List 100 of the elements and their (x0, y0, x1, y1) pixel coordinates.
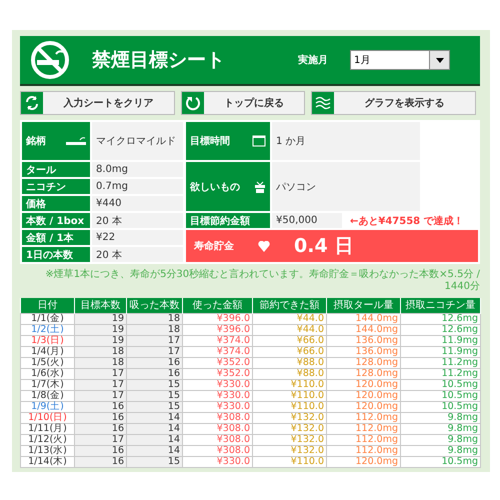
date-cell: 1/11(月) (20, 423, 74, 434)
table-cell: ¥330.0 (182, 456, 252, 467)
table-cell: 11.9mg (400, 346, 480, 357)
column-header: 摂取タール量 (326, 298, 400, 313)
heart-icon (258, 240, 270, 252)
date-cell: 1/10(日) (20, 412, 74, 423)
date-cell: 1/12(火) (20, 434, 74, 445)
field-label: 目標時間 (186, 122, 270, 160)
table-cell: 112.0mg (326, 423, 400, 434)
field-label: 金額 / 1本 (22, 230, 90, 245)
table-cell: 11.2mg (400, 368, 480, 379)
table-cell: 12.6mg (400, 324, 480, 335)
date-cell: 1/7(木) (20, 379, 74, 390)
table-cell: ¥44.0 (252, 324, 326, 335)
field-label: 本数 / 1box (22, 213, 90, 228)
table-cell: ¥132.0 (252, 412, 326, 423)
cigarette-icon (66, 136, 86, 146)
table-cell: 128.0mg (326, 357, 400, 368)
field-value: マイクロマイルド (92, 122, 183, 160)
life-savings-label: 寿命貯金 (194, 240, 234, 253)
date-cell: 1/6(水) (20, 368, 74, 379)
column-header: 吸った本数 (126, 298, 182, 313)
table-cell: 120.0mg (326, 390, 400, 401)
table-cell: 10.5mg (400, 379, 480, 390)
toolbar-button[interactable]: トップに戻る (181, 91, 305, 115)
table-cell: 11.9mg (400, 335, 480, 346)
table-cell: ¥110.0 (252, 401, 326, 412)
column-header: 節約できた額 (252, 298, 326, 313)
table-cell: ¥352.0 (182, 357, 252, 368)
table-cell: ¥44.0 (252, 313, 326, 324)
table-cell: 9.8mg (400, 412, 480, 423)
table-cell: ¥132.0 (252, 434, 326, 445)
field-label: タール (22, 162, 90, 177)
table-cell: ¥110.0 (252, 390, 326, 401)
field-value: パソコン (272, 162, 420, 211)
table-cell: 112.0mg (326, 412, 400, 423)
table-cell: ¥396.0 (182, 313, 252, 324)
date-cell: 1/13(水) (20, 445, 74, 456)
table-cell: ¥110.0 (252, 456, 326, 467)
table-cell: 10.5mg (400, 401, 480, 412)
table-cell: 112.0mg (326, 445, 400, 456)
month-label: 実施月 (298, 53, 328, 67)
life-savings-value: 0.4 日 (294, 234, 354, 259)
column-header: 日付 (20, 298, 74, 313)
table-cell: ¥308.0 (182, 423, 252, 434)
date-cell: 1/5(火) (20, 357, 74, 368)
table-cell: ¥352.0 (182, 368, 252, 379)
table-cell: 144.0mg (326, 313, 400, 324)
field-label: 欲しいもの (186, 162, 270, 211)
table-cell: 120.0mg (326, 379, 400, 390)
field-label: 1日の本数 (22, 247, 90, 262)
column-header: 目標本数 (74, 298, 126, 313)
table-cell: 10.5mg (400, 390, 480, 401)
field-value: 20 本 (92, 247, 183, 262)
date-cell: 1/8(金) (20, 390, 74, 401)
table-cell: 19 (74, 313, 126, 324)
column-header: 使った金額 (182, 298, 252, 313)
table-cell: ¥132.0 (252, 423, 326, 434)
table-cell: 9.8mg (400, 423, 480, 434)
field-label: 価格 (22, 196, 90, 211)
table-cell: ¥330.0 (182, 390, 252, 401)
field-value: 0.7mg (92, 179, 183, 194)
table-cell: 9.8mg (400, 434, 480, 445)
refresh-icon (24, 95, 40, 111)
table-cell: ¥308.0 (182, 412, 252, 423)
table-cell: 9.8mg (400, 445, 480, 456)
table-cell: 112.0mg (326, 434, 400, 445)
table-cell: ¥110.0 (252, 379, 326, 390)
no-smoking-icon (30, 40, 70, 80)
table-cell: 136.0mg (326, 335, 400, 346)
date-cell: 1/14(木) (20, 456, 74, 467)
column-header: 摂取ニコチン量 (400, 298, 480, 313)
field-label: 目標節約金額 (186, 213, 270, 228)
table-cell: ¥66.0 (252, 346, 326, 357)
table-cell: 128.0mg (326, 368, 400, 379)
table-cell: 11.2mg (400, 357, 480, 368)
footnote: ※煙草1本につき、寿命が5分30秒縮むと言われています。寿命貯金＝吸わなかった本数×5.5分 / 1440分 (44, 269, 480, 293)
toolbar-button[interactable]: グラフを表示する (311, 91, 476, 115)
date-cell: 1/9(土) (20, 401, 74, 412)
field-value: ¥50,000 (272, 213, 342, 228)
month-dropdown[interactable]: 1月 (350, 50, 450, 70)
sheet-title: 禁煙目標シート (92, 48, 226, 73)
wave-lines-icon (315, 95, 331, 111)
toolbar-button[interactable]: 入力シートをクリア (20, 91, 175, 115)
table-cell: ¥132.0 (252, 445, 326, 456)
table-cell: 120.0mg (326, 401, 400, 412)
field-value: ¥22 (92, 230, 183, 245)
table-cell: 136.0mg (326, 346, 400, 357)
table-cell: 10.5mg (400, 456, 480, 467)
field-value: 20 本 (92, 213, 183, 228)
field-value: 8.0mg (92, 162, 183, 177)
gift-icon (254, 180, 266, 192)
table-cell: 144.0mg (326, 324, 400, 335)
field-value: ¥440 (92, 196, 183, 211)
table-cell: ¥88.0 (252, 368, 326, 379)
field-label: ニコチン (22, 179, 90, 194)
date-cell: 1/3(日) (20, 335, 74, 346)
field-value: 1 か月 (272, 122, 420, 160)
table-cell: 18 (126, 313, 182, 324)
table-cell: ¥330.0 (182, 401, 252, 412)
